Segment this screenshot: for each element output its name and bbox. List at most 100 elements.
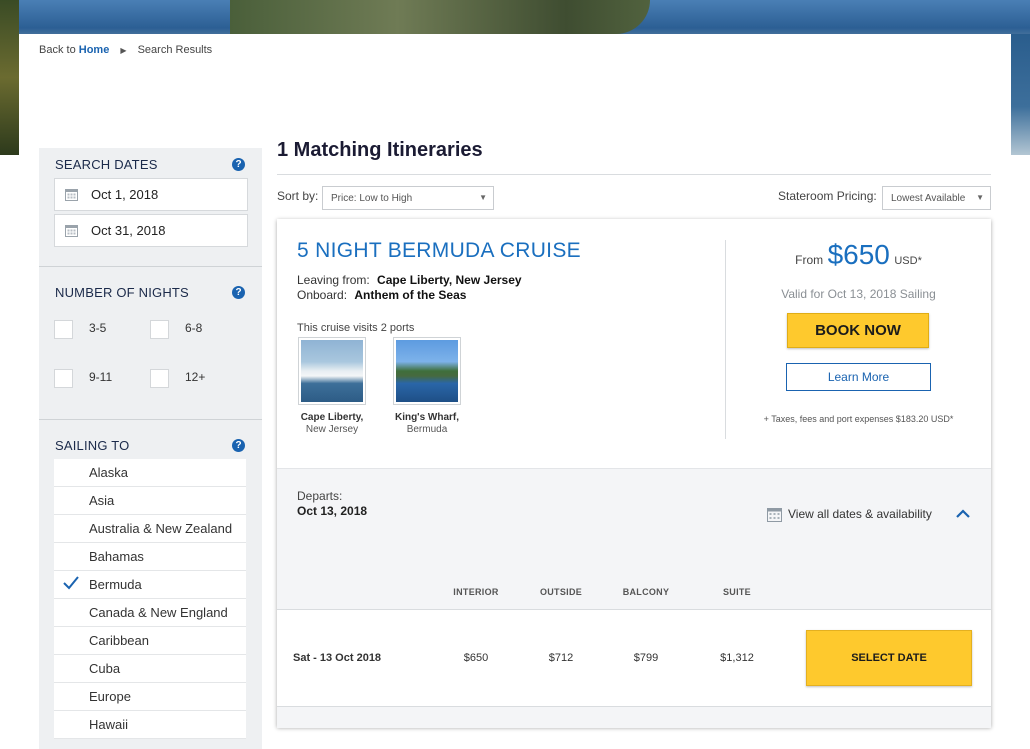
sailing-to-help-icon[interactable]: ? bbox=[232, 439, 245, 452]
nights-option-label: 6-8 bbox=[185, 321, 203, 335]
onboard-label: Onboard: bbox=[297, 288, 348, 302]
sailing-to-item[interactable]: Bahamas bbox=[54, 543, 246, 571]
sailing-to-item[interactable]: Europe bbox=[54, 683, 246, 711]
leaving-from: Leaving from: Cape Liberty, New Jersey bbox=[297, 273, 522, 287]
sailing-to-item-selected[interactable]: Bermuda bbox=[54, 571, 246, 599]
leaving-from-label: Leaving from: bbox=[297, 273, 370, 287]
breadcrumb-back-prefix: Back to bbox=[39, 44, 76, 56]
sailing-to-label: Bahamas bbox=[89, 549, 144, 564]
hero-coastline bbox=[230, 0, 650, 34]
chevron-up-icon[interactable] bbox=[955, 507, 971, 521]
sailing-to-item[interactable]: Caribbean bbox=[54, 627, 246, 655]
column-header-balcony: BALCONY bbox=[622, 587, 670, 597]
results-title: 1 Matching Itineraries bbox=[277, 139, 483, 161]
nights-option-label: 9-11 bbox=[89, 370, 113, 384]
nights-checkbox-6-8[interactable] bbox=[150, 320, 169, 339]
nights-checkbox-3-5[interactable] bbox=[54, 320, 73, 339]
sidebar-divider bbox=[39, 419, 262, 420]
price-suite: $1,312 bbox=[720, 652, 754, 664]
book-now-button[interactable]: BOOK NOW bbox=[787, 313, 929, 348]
search-dates-heading: SEARCH DATES bbox=[55, 157, 158, 172]
column-header-interior: INTERIOR bbox=[453, 587, 499, 597]
sailing-to-item[interactable]: Asia bbox=[54, 487, 246, 515]
column-header-outside: OUTSIDE bbox=[539, 587, 583, 597]
nights-option-label: 12+ bbox=[185, 370, 206, 384]
title-divider bbox=[277, 174, 991, 175]
caret-down-icon: ▼ bbox=[976, 193, 984, 202]
departs: Departs: Oct 13, 2018 bbox=[297, 489, 367, 518]
price-outside: $712 bbox=[548, 652, 574, 664]
end-date-value: Oct 31, 2018 bbox=[91, 223, 166, 238]
sailing-to-list: Alaska Asia Australia & New Zealand Baha… bbox=[54, 459, 246, 739]
nights-checkbox-9-11[interactable] bbox=[54, 369, 73, 388]
sailing-to-item[interactable]: Australia & New Zealand bbox=[54, 515, 246, 543]
leaving-from-value: Cape Liberty, New Jersey bbox=[377, 273, 522, 287]
nights-help-icon[interactable]: ? bbox=[232, 286, 245, 299]
sailing-to-label: Cuba bbox=[89, 661, 121, 676]
stateroom-pricing-label: Stateroom Pricing: bbox=[778, 189, 877, 203]
cruise-title[interactable]: 5 NIGHT BERMUDA CRUISE bbox=[297, 239, 581, 263]
sailing-to-label: Bermuda bbox=[89, 577, 142, 592]
port-region: Bermuda bbox=[406, 424, 448, 435]
sailing-to-label: Alaska bbox=[89, 465, 129, 480]
sailing-date-row: Sat - 13 Oct 2018 $650 $712 $799 $1,312 … bbox=[277, 609, 991, 707]
price-from-label: From bbox=[795, 253, 824, 267]
breadcrumb: Back to Home ▶ Search Results bbox=[39, 44, 212, 56]
port-name: Cape Liberty, bbox=[300, 412, 364, 423]
sailing-date: Sat - 13 Oct 2018 bbox=[293, 652, 382, 664]
ports-count: This cruise visits 2 ports bbox=[297, 322, 415, 334]
breadcrumb-current: Search Results bbox=[137, 44, 213, 56]
nights-option-label: 3-5 bbox=[89, 321, 107, 335]
sailing-to-label: Canada & New England bbox=[89, 605, 228, 620]
sailing-to-label: Caribbean bbox=[89, 633, 149, 648]
sidebar-divider bbox=[39, 266, 262, 267]
sailing-to-item[interactable]: Alaska bbox=[54, 459, 246, 487]
port-photo bbox=[393, 337, 461, 405]
stateroom-pricing-select[interactable]: Lowest Available ▼ bbox=[882, 186, 991, 210]
itinerary-card: 5 NIGHT BERMUDA CRUISE Leaving from: Cap… bbox=[277, 219, 991, 728]
price-valid-note: Valid for Oct 13, 2018 Sailing bbox=[781, 287, 936, 301]
port-name: King's Wharf, bbox=[394, 412, 460, 423]
onboard: Onboard: Anthem of the Seas bbox=[297, 288, 466, 302]
calendar-icon bbox=[65, 225, 78, 237]
hero-palm bbox=[0, 0, 19, 155]
breadcrumb-home-link[interactable]: Home bbox=[79, 44, 110, 56]
sailing-to-label: Hawaii bbox=[89, 717, 129, 732]
chevron-right-icon: ▶ bbox=[120, 46, 127, 55]
select-date-button[interactable]: SELECT DATE bbox=[806, 630, 972, 686]
price-interior: $650 bbox=[463, 652, 489, 664]
port-cape-liberty[interactable]: Cape Liberty, New Jersey bbox=[292, 337, 372, 435]
end-date-field[interactable]: Oct 31, 2018 bbox=[54, 214, 248, 247]
column-header-suite: SUITE bbox=[722, 587, 751, 597]
sort-label: Sort by: bbox=[277, 189, 319, 203]
sailing-to-label: Europe bbox=[89, 689, 131, 704]
price-currency: USD* bbox=[894, 255, 922, 267]
port-photo bbox=[298, 337, 366, 405]
sailing-dates-section: Departs: Oct 13, 2018 View all dates & a… bbox=[277, 468, 991, 728]
sailing-to-item[interactable]: Canada & New England bbox=[54, 599, 246, 627]
sailing-to-heading: SAILING TO bbox=[55, 438, 130, 453]
nights-checkbox-12-plus[interactable] bbox=[150, 369, 169, 388]
view-all-dates-label: View all dates & availability bbox=[788, 507, 932, 521]
taxes-note: + Taxes, fees and port expenses $183.20 … bbox=[763, 414, 954, 424]
sailing-to-label: Australia & New Zealand bbox=[89, 521, 233, 536]
port-kings-wharf[interactable]: King's Wharf, Bermuda bbox=[387, 337, 467, 435]
sailing-to-item[interactable]: Hawaii bbox=[54, 711, 246, 739]
price-amount: $650 bbox=[827, 239, 890, 270]
start-date-value: Oct 1, 2018 bbox=[91, 187, 159, 202]
departs-label: Departs: bbox=[297, 489, 343, 503]
price-block: From $650 USD* bbox=[726, 239, 991, 271]
view-all-dates-link[interactable]: View all dates & availability bbox=[767, 507, 932, 523]
calendar-icon bbox=[767, 508, 782, 523]
onboard-value: Anthem of the Seas bbox=[354, 288, 467, 302]
calendar-icon bbox=[65, 189, 78, 201]
sailing-to-item[interactable]: Cuba bbox=[54, 655, 246, 683]
sort-value: Price: Low to High bbox=[331, 193, 413, 204]
nights-heading: NUMBER OF NIGHTS bbox=[55, 285, 189, 300]
learn-more-button[interactable]: Learn More bbox=[786, 363, 931, 391]
start-date-field[interactable]: Oct 1, 2018 bbox=[54, 178, 248, 211]
departs-value: Oct 13, 2018 bbox=[297, 504, 368, 518]
hero-sea bbox=[1011, 34, 1030, 155]
sort-select[interactable]: Price: Low to High ▼ bbox=[322, 186, 494, 210]
search-dates-help-icon[interactable]: ? bbox=[232, 158, 245, 171]
